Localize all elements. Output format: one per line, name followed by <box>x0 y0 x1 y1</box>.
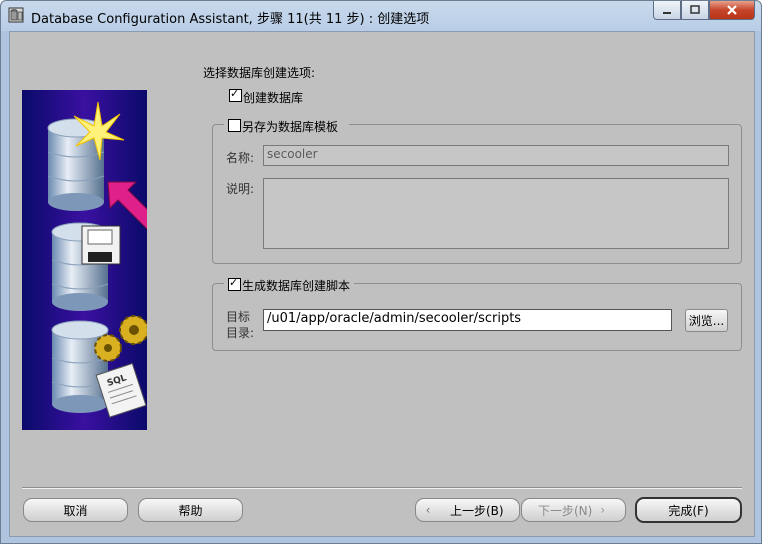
close-button[interactable] <box>709 1 755 20</box>
help-button[interactable]: 帮助 <box>138 498 243 522</box>
name-label: 名称: <box>226 151 255 165</box>
maximize-button[interactable] <box>681 1 709 20</box>
create-db-label[interactable]: 创建数据库 <box>243 89 303 106</box>
minimize-icon <box>663 12 671 14</box>
next-button[interactable]: 下一步(N) › <box>521 498 626 522</box>
create-db-checkbox[interactable] <box>229 87 242 102</box>
save-template-label[interactable]: 另存为数据库模板 <box>242 118 338 135</box>
dbca-window: Database Configuration Assistant, 步骤 11(… <box>0 0 762 544</box>
chevron-right-icon: › <box>600 503 606 517</box>
wizard-illustration: SQL <box>22 90 147 430</box>
gen-scripts-checkbox[interactable] <box>228 276 241 291</box>
template-description-field[interactable] <box>263 178 729 249</box>
footer-separator <box>22 487 742 489</box>
back-button-label: 上一步(B) <box>450 503 504 518</box>
target-directory-input[interactable]: /u01/app/oracle/admin/secooler/scripts <box>263 309 672 331</box>
title-bar[interactable]: Database Configuration Assistant, 步骤 11(… <box>1 1 761 31</box>
finish-button[interactable]: 完成(F) <box>635 497 742 523</box>
chevron-left-icon: ‹ <box>425 503 431 517</box>
description-label: 说明: <box>226 182 255 196</box>
target-label-line1: 目标 <box>226 310 251 324</box>
template-name-field[interactable]: secooler <box>263 145 729 166</box>
close-icon <box>727 5 737 15</box>
minimize-button[interactable] <box>653 1 681 20</box>
options-heading: 选择数据库创建选项: <box>203 66 316 80</box>
save-template-checkbox[interactable] <box>228 119 241 132</box>
maximize-icon <box>690 5 700 14</box>
target-label-line2: 目录: <box>226 326 255 340</box>
app-icon <box>8 7 24 23</box>
gen-scripts-label[interactable]: 生成数据库创建脚本 <box>242 277 350 294</box>
floppy-disk-icon <box>81 225 121 265</box>
cancel-button[interactable]: 取消 <box>23 498 128 522</box>
client-area: SQL 选择数据库创建选项: 创建数据库 另存为数据库模板 名称: secool… <box>9 31 755 537</box>
browse-button[interactable]: 浏览... <box>685 309 728 332</box>
database-illustration: SQL <box>22 90 147 430</box>
next-button-label: 下一步(N) <box>538 503 593 518</box>
window-controls <box>653 1 755 21</box>
back-button[interactable]: ‹ 上一步(B) <box>415 498 520 522</box>
window-title: Database Configuration Assistant, 步骤 11(… <box>31 12 430 27</box>
